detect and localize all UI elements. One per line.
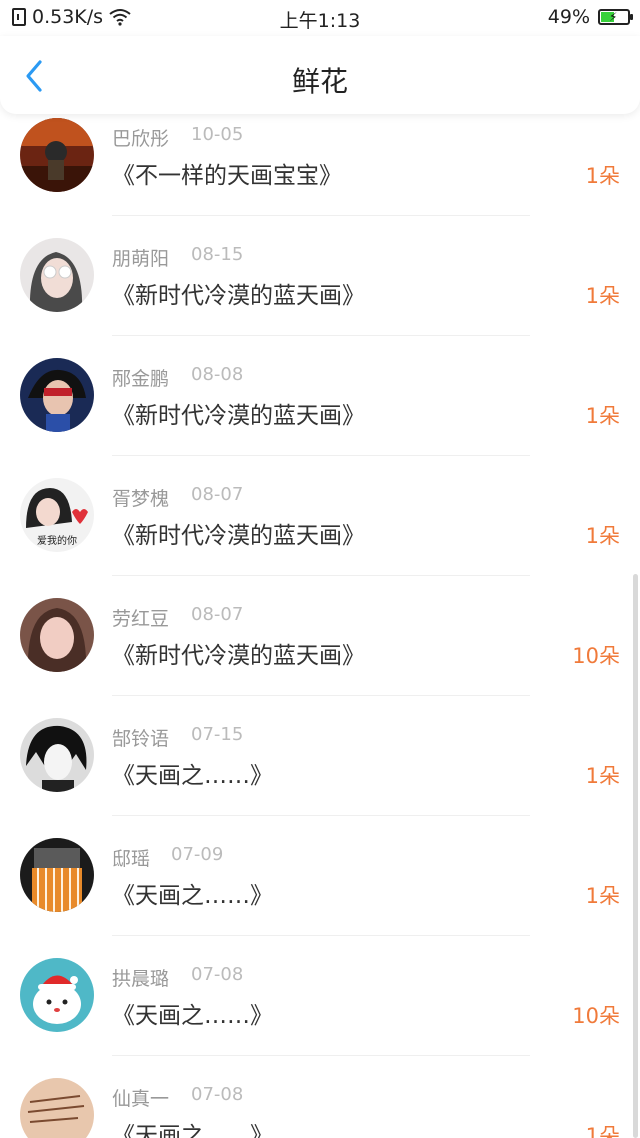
avatar-image <box>20 958 94 1032</box>
date: 08-07 <box>191 604 244 625</box>
artwork-title: 《不一样的天画宝宝》 <box>112 163 342 189</box>
date: 07-09 <box>171 844 224 865</box>
battery-icon: ⚡ <box>598 9 633 25</box>
flower-count: 1朵 <box>585 404 620 428</box>
user-name: 朋萌阳 <box>112 248 170 270</box>
artwork-title: 《天画之……》 <box>112 1003 273 1029</box>
navigation-bar: 鲜花 <box>0 36 640 114</box>
avatar[interactable] <box>20 718 94 792</box>
avatar-image <box>20 358 94 432</box>
flower-count: 1朵 <box>585 1124 620 1138</box>
avatar-image <box>20 238 94 312</box>
avatar[interactable] <box>20 958 94 1032</box>
list-item[interactable]: 劳红豆 08-07 《新时代冷漠的蓝天画》 10朵 <box>0 576 640 696</box>
phone-screen: 0.53K/s 上午1:13 49% ⚡ 鲜花 巴欣彤 10-05 《不一样的天… <box>0 0 640 1138</box>
flower-count: 1朵 <box>585 764 620 788</box>
list-item[interactable]: 拱晨璐 07-08 《天画之……》 10朵 <box>0 936 640 1056</box>
status-right: 49% ⚡ <box>547 6 633 28</box>
flower-count: 1朵 <box>585 524 620 548</box>
date: 07-15 <box>191 724 244 745</box>
avatar[interactable] <box>20 358 94 432</box>
flower-count: 1朵 <box>585 884 620 908</box>
user-name: 邸瑶 <box>112 848 151 870</box>
user-name: 胥梦槐 <box>112 488 170 510</box>
status-time: 上午1:13 <box>279 10 361 32</box>
status-bar: 0.53K/s 上午1:13 49% ⚡ <box>0 0 640 36</box>
date: 07-08 <box>191 1084 244 1105</box>
date: 07-08 <box>191 964 244 985</box>
artwork-title: 《天画之……》 <box>112 763 273 789</box>
artwork-title: 《新时代冷漠的蓝天画》 <box>112 643 365 669</box>
user-name: 邴金鹏 <box>112 368 170 390</box>
charging-icon: ⚡ <box>609 10 618 24</box>
artwork-title: 《新时代冷漠的蓝天画》 <box>112 523 365 549</box>
page-title: 鲜花 <box>291 65 348 98</box>
user-name: 巴欣彤 <box>112 128 170 150</box>
avatar-caption: 爱我的你 <box>37 534 77 547</box>
artwork-title: 《天画之……》 <box>112 883 273 909</box>
avatar-image <box>20 1078 94 1138</box>
flower-count: 1朵 <box>585 284 620 308</box>
user-name: 仙真一 <box>112 1088 170 1110</box>
avatar[interactable] <box>20 838 94 912</box>
list-item[interactable]: 邸瑶 07-09 《天画之……》 1朵 <box>0 816 640 936</box>
list-item[interactable]: 仙真一 07-08 《天画之……》 1朵 <box>0 1056 640 1138</box>
user-name: 拱晨璐 <box>112 968 170 990</box>
artwork-title: 《新时代冷漠的蓝天画》 <box>112 403 365 429</box>
artwork-title: 《天画之……》 <box>112 1123 273 1138</box>
avatar-image <box>20 118 94 192</box>
avatar[interactable]: 爱我的你 <box>20 478 94 552</box>
list-item[interactable]: 邴金鹏 08-08 《新时代冷漠的蓝天画》 1朵 <box>0 336 640 456</box>
date: 08-15 <box>191 244 244 265</box>
scrollbar[interactable] <box>633 574 638 1138</box>
list-item[interactable]: 巴欣彤 10-05 《不一样的天画宝宝》 1朵 <box>0 96 640 216</box>
avatar-image <box>20 838 94 912</box>
flower-count: 10朵 <box>572 1004 620 1028</box>
avatar[interactable] <box>20 598 94 672</box>
date: 10-05 <box>191 124 244 145</box>
avatar-image <box>20 718 94 792</box>
avatar[interactable] <box>20 1078 94 1138</box>
battery-percent: 49% <box>547 6 590 28</box>
flower-count: 10朵 <box>572 644 620 668</box>
user-name: 郜铃语 <box>112 728 170 750</box>
user-name: 劳红豆 <box>112 608 170 630</box>
list-item[interactable]: 郜铃语 07-15 《天画之……》 1朵 <box>0 696 640 816</box>
list-item[interactable]: 朋萌阳 08-15 《新时代冷漠的蓝天画》 1朵 <box>0 216 640 336</box>
list-item[interactable]: 爱我的你 胥梦槐 08-07 《新时代冷漠的蓝天画》 1朵 <box>0 456 640 576</box>
avatar-image: 爱我的你 <box>20 478 94 552</box>
date: 08-08 <box>191 364 244 385</box>
flower-count: 1朵 <box>585 164 620 188</box>
flower-list: 巴欣彤 10-05 《不一样的天画宝宝》 1朵 朋萌阳 08-15 《新时代冷漠… <box>0 96 640 1138</box>
avatar[interactable] <box>20 238 94 312</box>
avatar-image <box>20 598 94 672</box>
avatar[interactable] <box>20 118 94 192</box>
date: 08-07 <box>191 484 244 505</box>
artwork-title: 《新时代冷漠的蓝天画》 <box>112 283 365 309</box>
